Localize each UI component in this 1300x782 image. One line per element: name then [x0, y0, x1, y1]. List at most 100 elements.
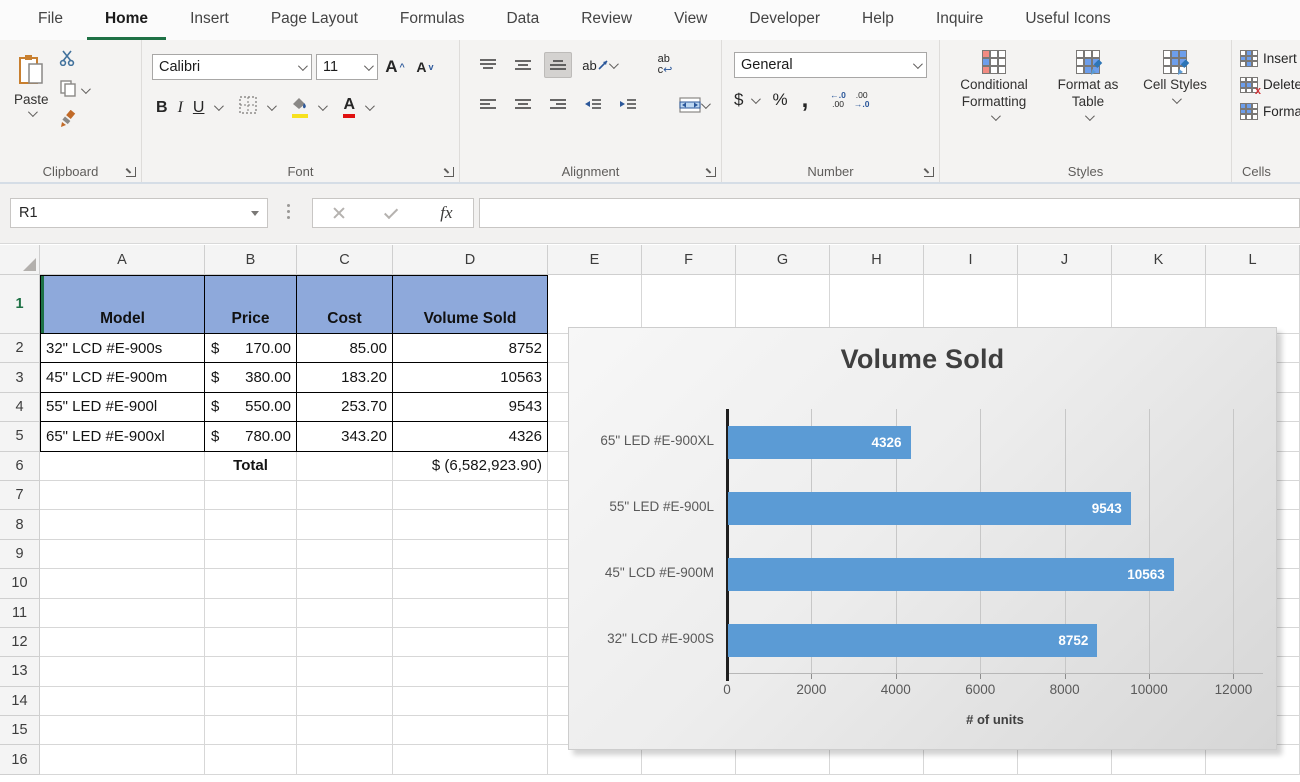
increase-decimal-button[interactable]: ←.0 .00: [830, 91, 846, 110]
cell-I1[interactable]: [924, 275, 1018, 334]
bar-55-led-e-900l[interactable]: 9543: [728, 492, 1131, 525]
bar-65-led-e-900xl[interactable]: 4326: [728, 426, 911, 459]
column-header-H[interactable]: H: [830, 245, 924, 275]
fill-color-dropdown-icon[interactable]: [318, 101, 328, 111]
cell-A2[interactable]: 32" LCD #E-900s: [40, 334, 205, 363]
row-header-5[interactable]: 5: [0, 422, 40, 451]
cell-A15[interactable]: [40, 716, 205, 745]
cell-A4[interactable]: 55" LED #E-900l: [40, 393, 205, 422]
tab-useful-icons[interactable]: Useful Icons: [1007, 0, 1128, 40]
tab-insert[interactable]: Insert: [172, 0, 247, 40]
cell-H1[interactable]: [830, 275, 924, 334]
cancel-icon[interactable]: [333, 207, 345, 219]
cell-D2[interactable]: 8752: [393, 334, 548, 363]
cell-B10[interactable]: [205, 569, 297, 598]
name-box[interactable]: R1: [10, 198, 268, 228]
percent-style-button[interactable]: %: [772, 90, 787, 110]
cell-B13[interactable]: [205, 657, 297, 686]
row-header-1[interactable]: 1: [0, 275, 40, 334]
column-header-L[interactable]: L: [1206, 245, 1300, 275]
row-header-16[interactable]: 16: [0, 745, 40, 774]
cell-C7[interactable]: [297, 481, 393, 510]
cell-F1[interactable]: [642, 275, 736, 334]
format-cells-button[interactable]: Format: [1232, 93, 1300, 120]
enter-icon[interactable]: [384, 205, 398, 219]
cell-L1[interactable]: [1206, 275, 1300, 334]
format-painter-button[interactable]: [59, 110, 88, 133]
tab-page-layout[interactable]: Page Layout: [253, 0, 376, 40]
tab-data[interactable]: Data: [488, 0, 557, 40]
cut-button[interactable]: [59, 50, 88, 71]
cell-A6[interactable]: [40, 452, 205, 481]
insert-cells-button[interactable]: Insert: [1232, 40, 1300, 67]
cell-B12[interactable]: [205, 628, 297, 657]
alignment-dialog-launcher-icon[interactable]: [706, 167, 716, 177]
cell-B3[interactable]: $380.00: [205, 363, 297, 392]
row-header-15[interactable]: 15: [0, 716, 40, 745]
name-box-dropdown-icon[interactable]: [251, 211, 259, 216]
column-header-C[interactable]: C: [297, 245, 393, 275]
cell-A8[interactable]: [40, 510, 205, 539]
bar-45-lcd-e-900m[interactable]: 10563: [728, 558, 1174, 591]
align-center-button[interactable]: [509, 92, 537, 118]
cell-D8[interactable]: [393, 510, 548, 539]
tab-view[interactable]: View: [656, 0, 725, 40]
column-header-J[interactable]: J: [1018, 245, 1112, 275]
cell-D5[interactable]: 4326: [393, 422, 548, 451]
paste-button[interactable]: Paste: [14, 46, 49, 133]
row-header-12[interactable]: 12: [0, 628, 40, 657]
cell-A9[interactable]: [40, 540, 205, 569]
conditional-formatting-button[interactable]: Conditional Formatting: [948, 42, 1040, 182]
cell-D9[interactable]: [393, 540, 548, 569]
cell-A7[interactable]: [40, 481, 205, 510]
align-right-button[interactable]: [544, 92, 572, 118]
cell-D13[interactable]: [393, 657, 548, 686]
cell-D10[interactable]: [393, 569, 548, 598]
tab-file[interactable]: File: [20, 0, 81, 40]
cell-D7[interactable]: [393, 481, 548, 510]
cell-C15[interactable]: [297, 716, 393, 745]
column-header-E[interactable]: E: [548, 245, 642, 275]
fill-color-icon[interactable]: [292, 97, 308, 119]
cell-K1[interactable]: [1112, 275, 1206, 334]
cell-E1[interactable]: [548, 275, 642, 334]
cell-B8[interactable]: [205, 510, 297, 539]
row-header-6[interactable]: 6: [0, 452, 40, 481]
cell-C9[interactable]: [297, 540, 393, 569]
top-align-button[interactable]: [474, 52, 502, 78]
number-dialog-launcher-icon[interactable]: [924, 167, 934, 177]
cell-C13[interactable]: [297, 657, 393, 686]
formula-input[interactable]: [479, 198, 1300, 228]
cell-B15[interactable]: [205, 716, 297, 745]
cell-B16[interactable]: [205, 745, 297, 774]
cell-D3[interactable]: 10563: [393, 363, 548, 392]
decrease-font-size-button[interactable]: Av: [412, 54, 438, 80]
cell-A3[interactable]: 45" LCD #E-900m: [40, 363, 205, 392]
copy-button[interactable]: [59, 79, 88, 102]
accounting-format-button[interactable]: $: [734, 90, 743, 110]
cell-D4[interactable]: 9543: [393, 393, 548, 422]
cell-B5[interactable]: $780.00: [205, 422, 297, 451]
font-color-dropdown-icon[interactable]: [365, 101, 375, 111]
row-header-4[interactable]: 4: [0, 393, 40, 422]
row-header-7[interactable]: 7: [0, 481, 40, 510]
tab-developer[interactable]: Developer: [731, 0, 838, 40]
cell-D11[interactable]: [393, 599, 548, 628]
font-dialog-launcher-icon[interactable]: [444, 167, 454, 177]
insert-function-icon[interactable]: fx: [440, 203, 452, 223]
cell-D15[interactable]: [393, 716, 548, 745]
middle-align-button[interactable]: [509, 52, 537, 78]
cell-C10[interactable]: [297, 569, 393, 598]
align-left-button[interactable]: [474, 92, 502, 118]
cell-C4[interactable]: 253.70: [297, 393, 393, 422]
borders-dropdown-icon[interactable]: [267, 101, 277, 111]
cell-C16[interactable]: [297, 745, 393, 774]
row-header-10[interactable]: 10: [0, 569, 40, 598]
column-header-B[interactable]: B: [205, 245, 297, 275]
row-header-11[interactable]: 11: [0, 599, 40, 628]
tab-home[interactable]: Home: [87, 0, 166, 40]
cell-A14[interactable]: [40, 687, 205, 716]
italic-button[interactable]: I: [178, 99, 183, 117]
borders-icon[interactable]: [239, 96, 257, 119]
cell-A13[interactable]: [40, 657, 205, 686]
